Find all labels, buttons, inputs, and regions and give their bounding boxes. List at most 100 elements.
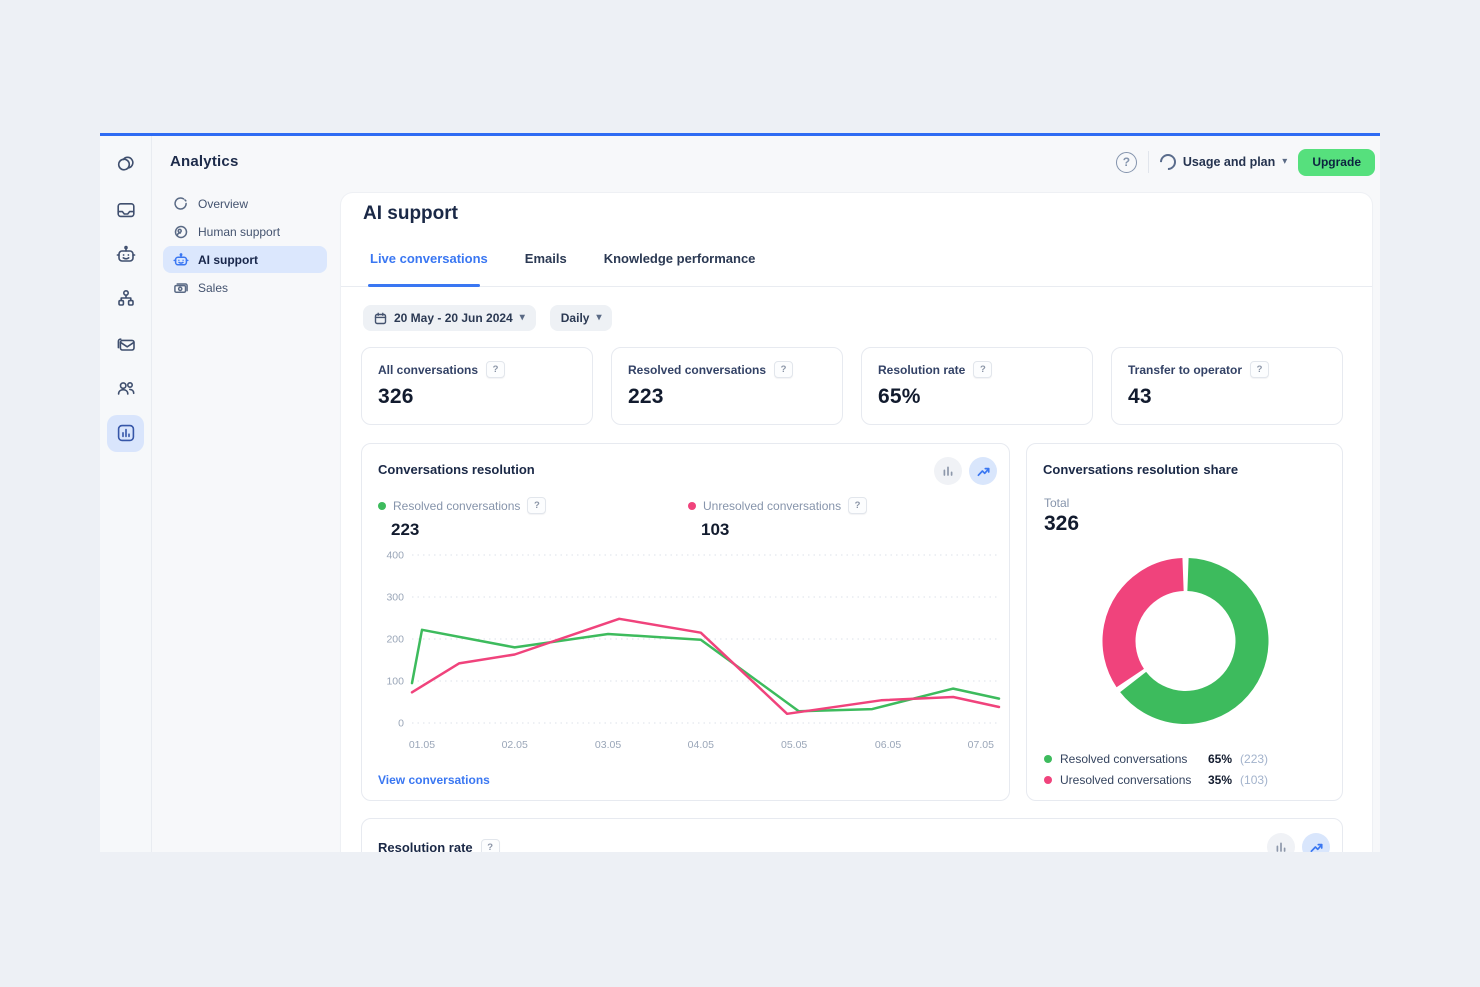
sidebar-item-label: Overview: [198, 197, 248, 211]
svg-text:06.05: 06.05: [875, 739, 901, 751]
tab-divider: [341, 286, 1372, 287]
question-tooltip-icon[interactable]: ?: [973, 361, 992, 378]
sidebar-item-label: Sales: [198, 281, 228, 295]
resolution-line-chart: 400 300 200 100 0 01.05 02.05 03.05 04.05 05.05 06…: [370, 546, 1002, 758]
line-chart-toggle[interactable]: [1302, 833, 1330, 852]
tab-knowledge-performance[interactable]: Knowledge performance: [604, 251, 756, 280]
legend-unresolved: Unresolved conversations ? 103: [688, 497, 867, 540]
legend-label: Resolved conversations: [1060, 752, 1200, 766]
usage-ring-icon: [1157, 151, 1180, 174]
legend-percent: 35%: [1208, 773, 1232, 787]
unresolved-dot: [688, 502, 696, 510]
stat-card-all-conversations: All conversations? 326: [361, 347, 593, 425]
svg-text:200: 200: [386, 634, 404, 646]
legend-total: 223: [391, 520, 546, 540]
analytics-icon[interactable]: [114, 421, 138, 445]
stat-card-resolved-conversations: Resolved conversations? 223: [611, 347, 843, 425]
stat-card-row: All conversations? 326 Resolved conversa…: [361, 347, 1343, 425]
users-icon[interactable]: [114, 376, 138, 400]
svg-text:02.05: 02.05: [502, 739, 528, 751]
icon-rail: [100, 136, 152, 852]
flows-icon[interactable]: [114, 287, 138, 311]
donut-legend: Resolved conversations 65% (223) Uresolv…: [1044, 750, 1268, 788]
resolved-dot: [378, 502, 386, 510]
legend-item-unresolved: Uresolved conversations 35% (103): [1044, 771, 1268, 788]
stat-label: Resolved conversations: [628, 363, 766, 377]
chevron-down-icon: ▾: [1282, 157, 1287, 167]
sidebar-item-ai-support[interactable]: AI support: [163, 246, 327, 273]
svg-text:100: 100: [386, 676, 404, 688]
unresolved-dot: [1044, 776, 1052, 784]
stat-label: Transfer to operator: [1128, 363, 1242, 377]
app-logo-icon[interactable]: [114, 151, 138, 175]
svg-text:300: 300: [386, 592, 404, 604]
chart-type-toggles: [934, 457, 997, 485]
overview-icon: [173, 196, 189, 212]
svg-text:04.05: 04.05: [688, 739, 714, 751]
conversations-resolution-card: Conversations resolution Resolved conver…: [361, 443, 1010, 801]
resolution-share-card: Conversations resolution share Total 326…: [1026, 443, 1343, 801]
ai-support-panel: AI support Live conversations Emails Kno…: [341, 193, 1372, 852]
stat-value: 43: [1128, 385, 1326, 409]
granularity-value: Daily: [561, 311, 590, 325]
sidebar-item-sales[interactable]: Sales: [163, 274, 327, 301]
line-chart-toggle[interactable]: [969, 457, 997, 485]
svg-text:03.05: 03.05: [595, 739, 621, 751]
stat-card-resolution-rate: Resolution rate? 65%: [861, 347, 1093, 425]
charts-row: Conversations resolution Resolved conver…: [361, 443, 1343, 801]
inbox-icon[interactable]: [114, 198, 138, 222]
help-icon[interactable]: ?: [1116, 152, 1137, 173]
bar-chart-toggle[interactable]: [1267, 833, 1295, 852]
sales-icon: [173, 280, 189, 296]
mail-icon[interactable]: [114, 332, 138, 356]
chatbot-icon[interactable]: [114, 243, 138, 267]
svg-text:05.05: 05.05: [781, 739, 807, 751]
tab-live-conversations[interactable]: Live conversations: [370, 251, 488, 280]
usage-label: Usage and plan: [1183, 155, 1275, 169]
question-tooltip-icon[interactable]: ?: [527, 497, 546, 514]
bar-chart-toggle[interactable]: [934, 457, 962, 485]
top-header: Analytics ? Usage and plan ▾ Upgrade: [151, 136, 1380, 188]
sidebar-item-human-support[interactable]: Human support: [163, 218, 327, 245]
legend-item-resolved: Resolved conversations 65% (223): [1044, 750, 1268, 767]
legend-total: 103: [701, 520, 867, 540]
svg-text:400: 400: [386, 550, 404, 562]
stat-card-transfer-to-operator: Transfer to operator? 43: [1111, 347, 1343, 425]
page-title: Analytics: [170, 153, 239, 170]
resolution-rate-card: Resolution rate ?: [361, 818, 1343, 852]
upgrade-button[interactable]: Upgrade: [1298, 149, 1375, 176]
legend-count: (223): [1240, 752, 1268, 766]
date-range-picker[interactable]: 20 May - 20 Jun 2024 ▾: [363, 305, 536, 331]
resolved-dot: [1044, 755, 1052, 763]
legend-label: Uresolved conversations: [1060, 773, 1200, 787]
resolution-donut-chart: [1027, 554, 1344, 734]
date-range-value: 20 May - 20 Jun 2024: [394, 311, 513, 325]
svg-text:0: 0: [398, 718, 404, 730]
chevron-down-icon: ▾: [520, 313, 525, 323]
chevron-down-icon: ▾: [596, 313, 601, 323]
question-tooltip-icon[interactable]: ?: [848, 497, 867, 514]
svg-text:01.05: 01.05: [409, 739, 435, 751]
stat-label: All conversations: [378, 363, 478, 377]
sidebar-item-overview[interactable]: Overview: [163, 190, 327, 217]
granularity-select[interactable]: Daily ▾: [550, 305, 613, 331]
total-label: Total: [1044, 496, 1069, 510]
question-tooltip-icon[interactable]: ?: [774, 361, 793, 378]
chart-title: Resolution rate: [378, 840, 473, 853]
view-conversations-link[interactable]: View conversations: [378, 773, 490, 787]
usage-and-plan-dropdown[interactable]: Usage and plan ▾: [1160, 154, 1287, 170]
calendar-icon: [374, 312, 387, 325]
sidebar-item-label: Human support: [198, 225, 280, 239]
legend-label: Resolved conversations: [393, 499, 520, 513]
legend-count: (103): [1240, 773, 1268, 787]
question-tooltip-icon[interactable]: ?: [481, 839, 500, 853]
tab-bar: Live conversations Emails Knowledge perf…: [370, 251, 755, 280]
section-title: AI support: [363, 203, 458, 225]
tab-emails[interactable]: Emails: [525, 251, 567, 280]
question-tooltip-icon[interactable]: ?: [1250, 361, 1269, 378]
stat-value: 223: [628, 385, 826, 409]
chart-title: Conversations resolution share: [1043, 457, 1238, 477]
question-tooltip-icon[interactable]: ?: [486, 361, 505, 378]
stat-value: 65%: [878, 385, 1076, 409]
ai-support-icon: [173, 252, 189, 268]
